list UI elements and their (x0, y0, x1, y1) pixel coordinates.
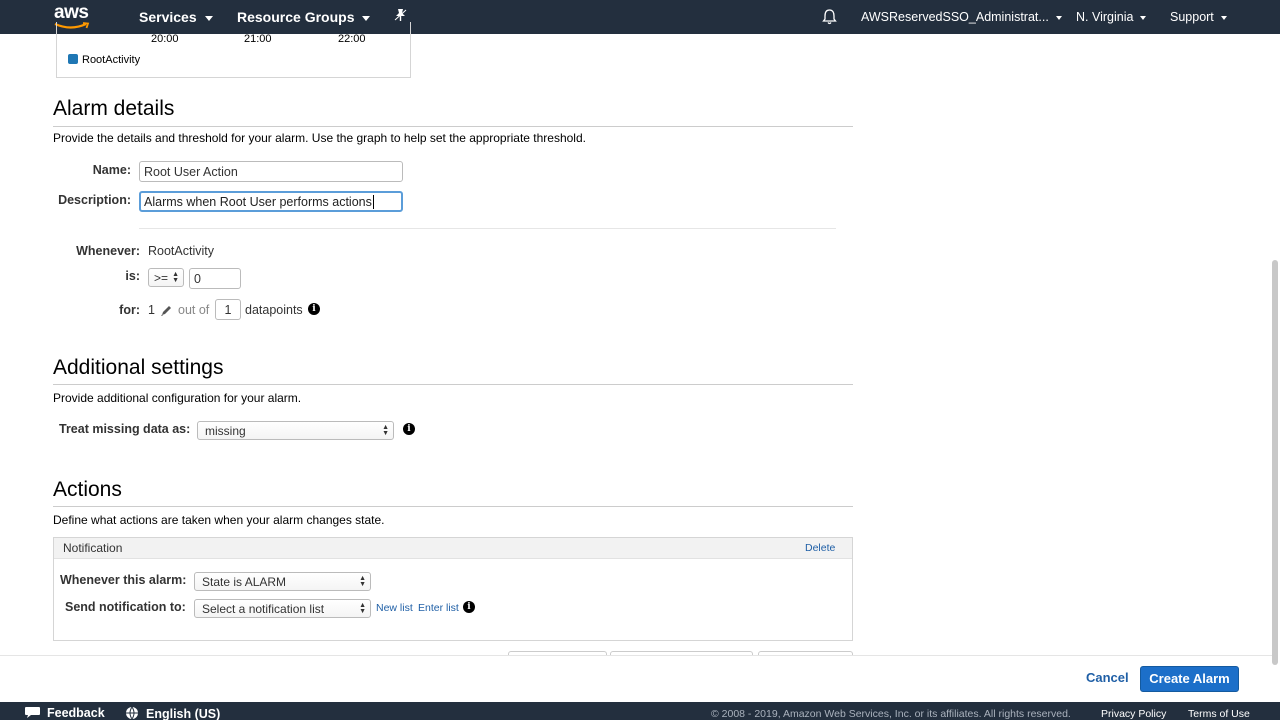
pencil-icon[interactable] (160, 304, 173, 322)
chevron-down-icon (1140, 15, 1147, 20)
chevron-down-icon (1220, 15, 1227, 20)
treat-missing-data-select[interactable]: missing ▲ ▼ (197, 421, 394, 440)
divider (53, 384, 853, 385)
account-label: AWSReservedSSO_Administrat... (861, 10, 1049, 24)
info-icon[interactable]: i (403, 423, 415, 435)
scrollbar-thumb[interactable] (1272, 260, 1278, 665)
operator-select[interactable]: >= ▲ ▼ (148, 268, 184, 287)
chevron-down-icon (362, 15, 371, 21)
support-menu[interactable]: Support (1170, 10, 1227, 24)
region-label: N. Virginia (1076, 10, 1134, 24)
copyright-text: © 2008 - 2019, Amazon Web Services, Inc.… (711, 708, 1071, 720)
legend-swatch (68, 54, 78, 64)
alarm-state-select[interactable]: State is ALARM ▲ ▼ (194, 572, 371, 591)
additional-settings-description: Provide additional configuration for you… (53, 391, 302, 405)
treat-missing-data-label: Treat missing data as: (59, 422, 191, 436)
new-list-link[interactable]: New list (376, 602, 413, 614)
metric-graph (56, 22, 411, 78)
language-selector[interactable]: English (US) (125, 706, 220, 721)
alarm-description-value: Alarms when Root User performs actions (144, 195, 372, 209)
globe-icon (126, 706, 138, 720)
whenever-this-alarm-label: Whenever this alarm: (60, 573, 187, 587)
alarm-name-input[interactable]: Root User Action (139, 161, 403, 182)
whenever-label: Whenever: (76, 244, 140, 258)
send-notification-label: Send notification to: (65, 600, 186, 614)
alarm-details-heading: Alarm details (53, 97, 175, 120)
support-label: Support (1170, 10, 1214, 24)
additional-settings-heading: Additional settings (53, 356, 224, 379)
select-arrows-icon: ▲ ▼ (359, 575, 366, 588)
actions-description: Define what actions are taken when your … (53, 513, 385, 527)
whenever-metric: RootActivity (148, 244, 214, 258)
bell-icon[interactable] (822, 8, 837, 28)
dialog-footer-divider (0, 655, 1272, 656)
region-menu[interactable]: N. Virginia (1076, 10, 1147, 24)
name-label: Name: (92, 163, 131, 177)
actions-heading: Actions (53, 478, 122, 501)
account-menu[interactable]: AWSReservedSSO_Administrat... (861, 10, 1062, 24)
out-of-label: out of (178, 303, 210, 317)
alarm-details-description: Provide the details and threshold for yo… (53, 131, 586, 145)
cancel-button[interactable]: Cancel (1086, 670, 1129, 685)
terms-of-use-link[interactable]: Terms of Use (1188, 708, 1250, 720)
divider (139, 228, 836, 229)
select-arrows-icon: ▲ ▼ (382, 424, 389, 437)
divider (53, 126, 853, 127)
language-label: English (US) (146, 707, 221, 721)
x-tick-label: 20:00 (151, 33, 179, 45)
info-icon[interactable]: i (308, 303, 320, 315)
info-icon[interactable]: i (463, 601, 475, 613)
description-label: Description: (58, 193, 131, 207)
graph-legend: RootActivity (68, 54, 140, 66)
for-label: for: (119, 303, 140, 317)
treat-missing-data-value: missing (205, 424, 246, 438)
select-arrows-icon: ▲ ▼ (172, 271, 179, 284)
notification-list-select[interactable]: Select a notification list ▲ ▼ (194, 599, 371, 618)
operator-value: >= (154, 271, 169, 285)
feedback-label: Feedback (47, 706, 105, 720)
chevron-down-icon (1055, 15, 1062, 20)
divider (53, 506, 853, 507)
enter-list-link[interactable]: Enter list (418, 602, 459, 614)
delete-link[interactable]: Delete (805, 542, 835, 554)
feedback-link[interactable]: Feedback (24, 706, 105, 720)
notification-list-value: Select a notification list (202, 602, 325, 616)
chevron-down-icon (204, 15, 213, 21)
for-value: 1 (148, 303, 155, 317)
alarm-state-value: State is ALARM (202, 575, 287, 589)
x-tick-label: 22:00 (338, 33, 366, 45)
x-tick-label: 21:00 (244, 33, 272, 45)
datapoints-label: datapoints (245, 303, 303, 317)
legend-label: RootActivity (82, 54, 141, 66)
select-arrows-icon: ▲ ▼ (359, 602, 366, 615)
datapoints-input[interactable]: 1 (215, 299, 241, 320)
speech-bubble-icon (25, 707, 40, 718)
notification-panel-header: Notification Delete (54, 538, 852, 559)
aws-logo-text: aws (54, 2, 89, 23)
notification-panel: Notification Delete (53, 537, 853, 641)
text-cursor (372, 195, 374, 209)
is-label: is: (125, 269, 140, 283)
threshold-input[interactable]: 0 (189, 268, 241, 289)
privacy-policy-link[interactable]: Privacy Policy (1101, 708, 1166, 720)
console-footer: Feedback English (US) © 2008 - 2019, Ama… (0, 702, 1280, 721)
create-alarm-button[interactable]: Create Alarm (1140, 666, 1239, 692)
notification-panel-title: Notification (63, 541, 123, 555)
alarm-description-input[interactable]: Alarms when Root User performs actions (139, 191, 403, 212)
